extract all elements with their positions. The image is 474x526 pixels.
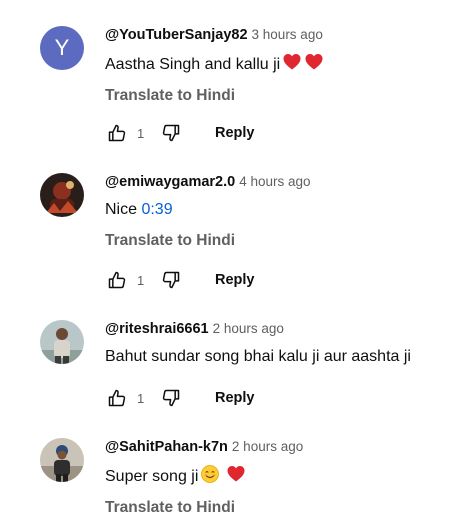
like-button[interactable] (105, 386, 129, 410)
like-button[interactable] (105, 268, 129, 292)
author-name[interactable]: @emiwaygamar2.0 (105, 174, 235, 190)
dislike-button[interactable] (159, 121, 183, 145)
smiling-face-emoji-icon (201, 465, 220, 483)
comment-text-content: Nice (105, 201, 142, 218)
comment-text: Nice 0:39 (105, 199, 464, 221)
heart-emoji-icon (305, 54, 323, 70)
thumbs-down-icon (162, 389, 180, 407)
thumbs-up-icon (108, 124, 126, 142)
author-name[interactable]: @riteshrai6661 (105, 321, 209, 337)
comment-actions: 1 Reply (105, 121, 255, 145)
dislike-button[interactable] (159, 268, 183, 292)
like-button[interactable] (105, 121, 129, 145)
thumbs-up-icon (108, 389, 126, 407)
translate-link[interactable]: Translate to Hindi (105, 231, 464, 251)
comment-text-content: Super song ji (105, 468, 199, 485)
comment-body: @SahitPahan-k7n 2 hours ago Super song ji… (105, 438, 464, 518)
comment-time[interactable]: 2 hours ago (213, 321, 284, 336)
author-name[interactable]: @YouTuberSanjay82 (105, 27, 248, 43)
like-count: 1 (137, 125, 145, 141)
comment-body: @YouTuberSanjay82 3 hours ago Aastha Sing… (105, 26, 464, 106)
thumbs-down-icon (162, 271, 180, 289)
comment-header: @SahitPahan-k7n 2 hours ago (105, 438, 464, 456)
comment-time[interactable]: 2 hours ago (232, 439, 303, 454)
like-count: 1 (137, 390, 145, 406)
avatar[interactable] (40, 438, 84, 482)
heart-emoji-icon (283, 54, 301, 70)
dislike-button[interactable] (159, 386, 183, 410)
avatar[interactable] (40, 173, 84, 217)
avatar[interactable] (40, 320, 84, 364)
avatar-image (40, 173, 84, 217)
comment-body: @emiwaygamar2.0 4 hours ago Nice 0:39 Tra… (105, 173, 464, 251)
timestamp-link[interactable]: 0:39 (141, 201, 172, 218)
comment-header: @riteshrai6661 2 hours ago (105, 320, 464, 338)
comment-time[interactable]: 3 hours ago (252, 27, 323, 42)
comment-header: @YouTuberSanjay82 3 hours ago (105, 26, 464, 44)
comment-text: Aastha Singh and kallu ji (105, 52, 464, 76)
translate-link[interactable]: Translate to Hindi (105, 498, 464, 518)
comment-text: Bahut sundar song bhai kalu ji aur aasht… (105, 346, 464, 368)
reply-button[interactable]: Reply (215, 125, 255, 141)
comment-text: Super song ji (105, 464, 464, 488)
reply-button[interactable]: Reply (215, 390, 255, 406)
thumbs-down-icon (162, 124, 180, 142)
reply-button[interactable]: Reply (215, 272, 255, 288)
author-name[interactable]: @SahitPahan-k7n (105, 439, 228, 455)
translate-link[interactable]: Translate to Hindi (105, 86, 464, 106)
comment-header: @emiwaygamar2.0 4 hours ago (105, 173, 464, 191)
thumbs-up-icon (108, 271, 126, 289)
comment-time[interactable]: 4 hours ago (239, 174, 310, 189)
comment-actions: 1 Reply (105, 386, 255, 410)
comment-actions: 1 Reply (105, 268, 255, 292)
avatar-image (40, 438, 84, 482)
comment-text-content: Bahut sundar song bhai kalu ji aur aasht… (105, 348, 411, 365)
avatar[interactable]: Y (40, 26, 84, 70)
comment-body: @riteshrai6661 2 hours ago Bahut sundar s… (105, 320, 464, 368)
comment-text-content: Aastha Singh and kallu ji (105, 56, 281, 73)
avatar-image (40, 320, 84, 364)
heart-emoji-icon (227, 466, 245, 482)
like-count: 1 (137, 272, 145, 288)
avatar-letter: Y (54, 35, 70, 60)
